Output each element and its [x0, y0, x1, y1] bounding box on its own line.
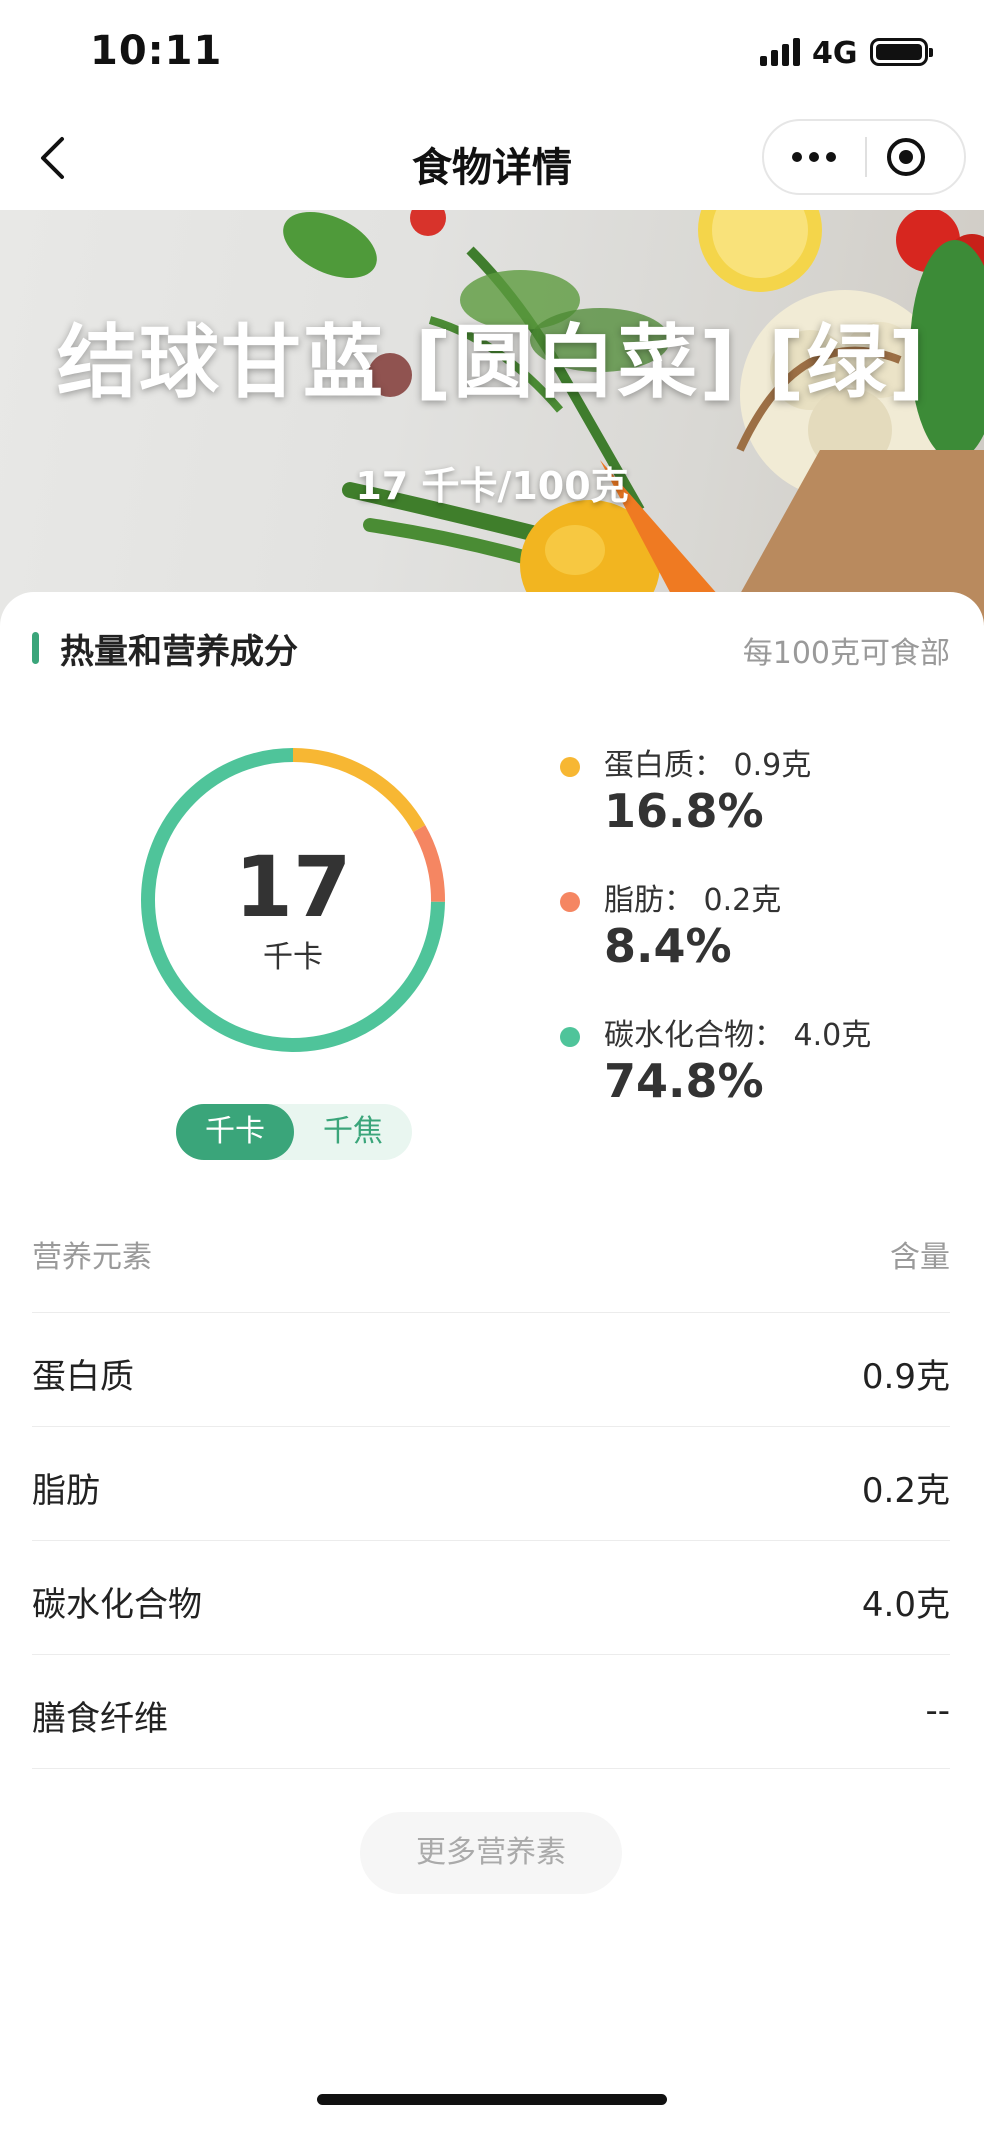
carbs-label: 碳水化合物： 4.0克 [604, 1018, 872, 1053]
nutrient-name: 蛋白质 [32, 1357, 134, 1397]
unit-kj-option[interactable]: 千焦 [294, 1104, 412, 1160]
home-indicator [317, 2094, 667, 2105]
nutrient-value: 0.9克 [861, 1357, 950, 1397]
table-row: 脂肪 0.2克 [32, 1426, 950, 1541]
nav-bar: 食物详情 [0, 105, 984, 210]
nutrient-name: 脂肪 [32, 1471, 100, 1511]
protein-label: 蛋白质： 0.9克 [604, 748, 812, 783]
table-divider [32, 1768, 950, 1769]
section-accent [32, 632, 39, 664]
serving-note: 每100克可食部 [742, 636, 950, 671]
status-time: 10:11 [90, 28, 223, 74]
signal-icon [760, 38, 800, 66]
energy-value: 17 [234, 838, 352, 936]
nutrient-value: -- [925, 1691, 950, 1731]
network-type: 4G [812, 36, 858, 71]
carbs-percent: 74.8% [604, 1054, 764, 1108]
status-bar: 10:11 4G [0, 0, 984, 105]
energy-unit: 千卡 [263, 940, 323, 975]
unit-toggle: 千卡 千焦 [176, 1104, 412, 1160]
unit-kcal-option[interactable]: 千卡 [176, 1104, 294, 1160]
capsule-menu [762, 119, 966, 195]
nutrient-name: 膳食纤维 [32, 1699, 168, 1739]
more-nutrients-button[interactable]: 更多营养素 [360, 1812, 622, 1894]
table-row: 蛋白质 0.9克 [32, 1312, 950, 1427]
nutrient-value: 0.2克 [861, 1471, 950, 1511]
protein-arc [292, 748, 426, 833]
nutrition-card: 热量和营养成分 每100克可食部 17 千卡 千卡 千焦 蛋白质： 0.9克 1… [0, 592, 984, 2129]
table-header-value: 含量 [890, 1240, 950, 1275]
fat-percent: 8.4% [604, 919, 732, 973]
carbs-dot [560, 1027, 580, 1047]
more-icon[interactable] [764, 121, 864, 193]
fat-dot [560, 892, 580, 912]
food-name: 结球甘蓝 [圆白菜] [绿] [57, 316, 927, 409]
table-row: 碳水化合物 4.0克 [32, 1540, 950, 1655]
nutrient-value: 4.0克 [861, 1585, 950, 1625]
fat-label: 脂肪： 0.2克 [604, 883, 782, 918]
battery-icon [870, 38, 933, 66]
nutrient-name: 碳水化合物 [32, 1585, 202, 1625]
protein-dot [560, 757, 580, 777]
capsule-divider [865, 137, 867, 177]
section-title: 热量和营养成分 [60, 632, 298, 672]
vegetables-image [283, 210, 984, 630]
close-target-icon[interactable] [884, 135, 928, 179]
hero-banner: 结球甘蓝 [圆白菜] [绿] 17 千卡/100克 [0, 210, 984, 630]
protein-percent: 16.8% [604, 784, 764, 838]
calorie-summary: 17 千卡/100克 [355, 464, 629, 508]
table-header-name: 营养元素 [32, 1240, 152, 1275]
table-row: 膳食纤维 -- [32, 1654, 950, 1769]
